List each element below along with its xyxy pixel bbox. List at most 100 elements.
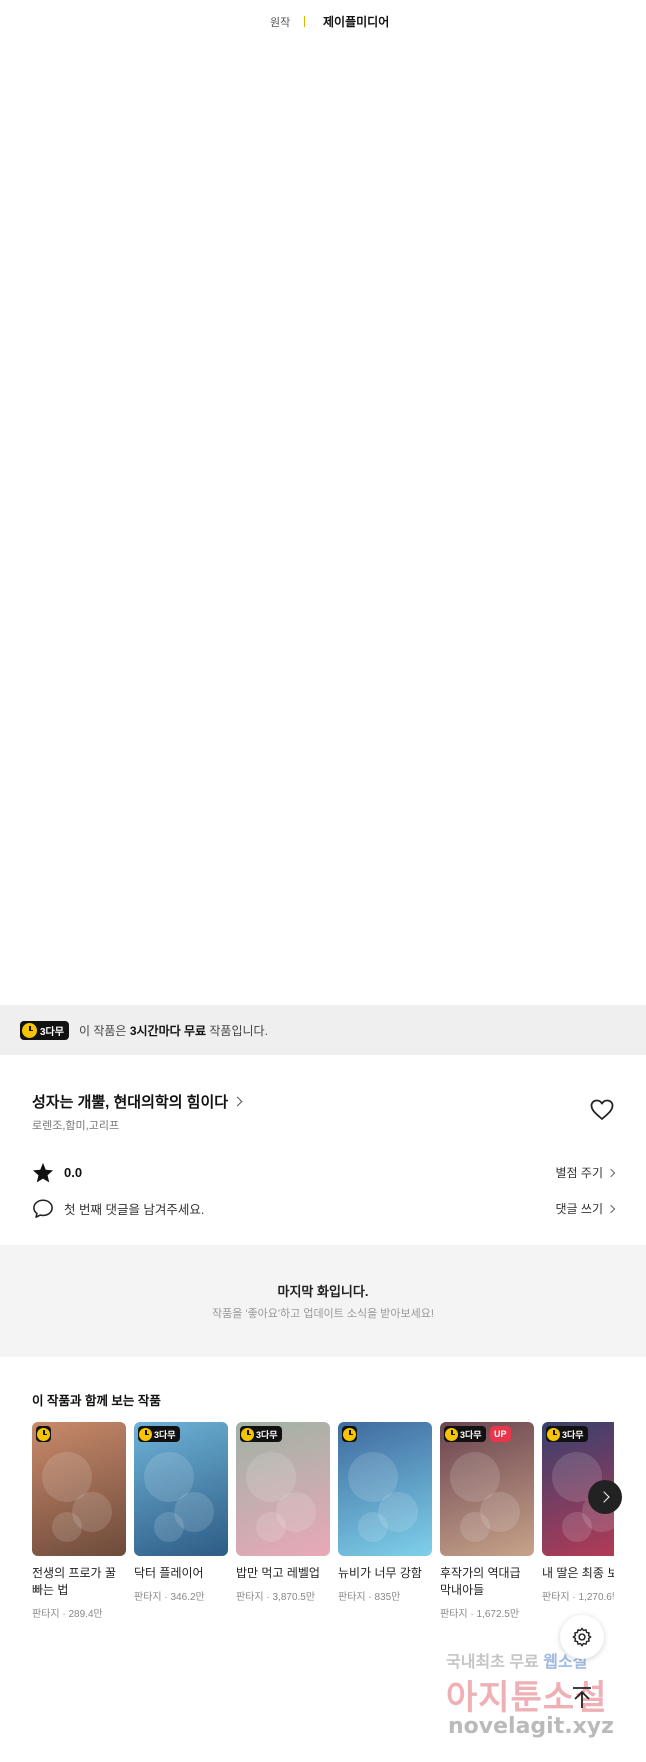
recommendation-meta: 판타지 · 289.4만 [32, 1605, 126, 1620]
badge-label: 3다무 [256, 1429, 278, 1440]
recommendation-cover [338, 1422, 432, 1556]
meta-separator: · [263, 1592, 273, 1603]
recommendation-genre: 판타지 [134, 1592, 162, 1603]
cover-badge-wrap [342, 1426, 357, 1446]
cover-badge-wrap [36, 1426, 51, 1446]
cover-art-shape [52, 1512, 82, 1542]
gear-icon [572, 1627, 592, 1647]
recommendation-meta: 판타지 · 346.2만 [134, 1588, 228, 1603]
banner-text-bold: 3시간마다 무료 [129, 1023, 207, 1038]
watermark: 국내최초 무료 웹소설 아지툰소설 novelagit.xyz [440, 1648, 640, 1758]
meta-separator: · [59, 1609, 69, 1620]
recommendation-meta: 판타지 · 835만 [338, 1588, 432, 1603]
badge-label: 3다무 [460, 1429, 482, 1440]
recommendation-carousel[interactable]: 전생의 프로가 꿀빠는 법 판타지 · 289.4만 3다무 닥터 플레이어 판타지 ·… [32, 1422, 614, 1642]
rating-row: 0.0 별점 주기 [32, 1162, 616, 1183]
meta-separator: · [365, 1592, 375, 1603]
recommendation-card[interactable]: 3다무닥터 플레이어판타지 · 346.2만 [134, 1422, 228, 1603]
rate-button-label: 별점 주기 [555, 1166, 604, 1180]
clock-icon [343, 1427, 356, 1441]
speech-bubble-icon [33, 1199, 53, 1218]
chevron-right-icon [606, 1204, 616, 1213]
recommendation-genre: 판타지 [338, 1592, 366, 1603]
recommendation-cover: 3다무 UP [440, 1422, 534, 1556]
banner-text-after: 작품입니다. [206, 1023, 268, 1038]
recommendation-cover [32, 1422, 126, 1556]
comment-row: 첫 번째 댓글을 남겨주세요. 댓글 쓰기 [32, 1198, 616, 1219]
recommendation-cover: 3다무 [236, 1422, 330, 1556]
chevron-right-icon [597, 1491, 610, 1503]
series-authors: 로렌조,함미,고리프 [32, 1120, 120, 1132]
carousel-next-button[interactable] [588, 1480, 622, 1514]
recommendation-genre: 판타지 [32, 1609, 60, 1620]
free-banner-text: 이 작품은 3시간마다 무료 작품입니다. [79, 1022, 268, 1039]
recommendation-views: 3,870.5만 [272, 1592, 316, 1603]
recommendation-views: 835만 [374, 1592, 401, 1603]
recommendation-genre: 판타지 [440, 1609, 468, 1620]
cover-badge-wrap: 3다무 [444, 1426, 486, 1446]
meta-separator: · [161, 1592, 171, 1603]
last-episode-notice: 마지막 화입니다. 작품을 '좋아요'하고 업데이트 소식을 받아보세요! [0, 1245, 646, 1357]
badge-label: 3다무 [40, 1026, 64, 1038]
three-hour-free-badge: 3다무 [240, 1426, 282, 1442]
recommendation-title: 닥터 플레이어 [134, 1566, 204, 1580]
cover-art-shape [256, 1512, 286, 1542]
three-hour-free-badge: 3다무 [546, 1426, 588, 1442]
series-title-link[interactable]: 성자는 개뿔, 현대의학의 힘이다 [32, 1091, 243, 1112]
up-badge: UP [490, 1426, 511, 1442]
watermark-line1-a: 국내최초 무료 [446, 1654, 539, 1671]
arrow-up-icon [573, 1687, 591, 1708]
clock-icon [22, 1022, 37, 1038]
rating-value: 0.0 [64, 1165, 83, 1180]
rating-display: 0.0 [32, 1162, 556, 1183]
heart-icon[interactable] [590, 1099, 614, 1121]
three-hour-free-badge: 3다무 [444, 1426, 486, 1442]
settings-button[interactable] [560, 1615, 604, 1659]
recommendation-title: 밥만 먹고 레벨업 [236, 1566, 320, 1580]
banner-text-before: 이 작품은 [78, 1023, 130, 1038]
chevron-right-icon [606, 1168, 616, 1177]
badge-label: 3다무 [154, 1429, 176, 1440]
rate-button[interactable]: 별점 주기 [555, 1164, 616, 1181]
recommendation-card[interactable]: 뉴비가 너무 강함 판타지 · 835만 [338, 1422, 432, 1603]
recommendation-card[interactable]: 3다무밥만 먹고 레벨업판타지 · 3,870.5만 [236, 1422, 330, 1603]
three-hour-free-badge: 3다무 [20, 1020, 69, 1040]
credit-original-row: 원작 제이플미디어 [270, 13, 389, 30]
recommendation-title: 후작가의 역대급 막내아들 [440, 1566, 521, 1597]
comment-prompt: 첫 번째 댓글을 남겨주세요. [64, 1203, 205, 1217]
write-comment-button[interactable]: 댓글 쓰기 [556, 1200, 616, 1217]
clock-icon [445, 1427, 458, 1441]
comment-prompt-area: 첫 번째 댓글을 남겨주세요. [32, 1198, 556, 1219]
meta-separator: · [467, 1609, 477, 1620]
cover-badge-wrap: 3다무 [546, 1426, 588, 1446]
credit-original-label: 원작 [270, 16, 291, 29]
recommendations-section: 이 작품과 함께 보는 작품 전생의 프로가 꿀빠는 법 판타지 · 289.4만… [0, 1357, 646, 1647]
recommendation-views: 1,672.5만 [476, 1609, 520, 1620]
recommendation-meta: 판타지 · 3,870.5만 [236, 1588, 330, 1603]
cover-badge-wrap: 3다무 [240, 1426, 282, 1446]
recommendation-title: 내 딸은 최종 보스 [542, 1566, 614, 1580]
cover-art-shape [154, 1512, 184, 1542]
recommendation-card[interactable]: 전생의 프로가 꿀빠는 법판타지 · 289.4만 [32, 1422, 126, 1620]
cover-art-shape [562, 1512, 592, 1542]
recommendation-genre: 판타지 [542, 1592, 570, 1603]
three-hour-free-badge [36, 1426, 51, 1442]
three-hour-free-badge: 3다무 [138, 1426, 180, 1442]
recommendation-genre: 판타지 [236, 1592, 264, 1603]
recommendation-meta: 판타지 · 1,672.5만 [440, 1605, 534, 1620]
recommendation-cover: 3다무 [134, 1422, 228, 1556]
clock-icon [241, 1427, 254, 1441]
three-hour-free-badge [342, 1426, 357, 1442]
recommendation-card[interactable]: 3다무 UP 후작가의 역대급 막내아들판타지 · 1,672.5만 [440, 1422, 534, 1620]
meta-separator: · [569, 1592, 579, 1603]
clock-icon [37, 1427, 50, 1441]
cover-art-shape [358, 1512, 388, 1542]
credit-original-value: 제이플미디어 [323, 15, 390, 29]
chevron-right-icon [232, 1096, 243, 1107]
recommendation-title: 전생의 프로가 꿀빠는 법 [32, 1566, 116, 1597]
scroll-top-button[interactable] [560, 1676, 604, 1720]
star-icon [32, 1162, 54, 1183]
clock-icon [139, 1427, 152, 1441]
credit-separator [304, 16, 305, 27]
clock-icon [547, 1427, 560, 1441]
